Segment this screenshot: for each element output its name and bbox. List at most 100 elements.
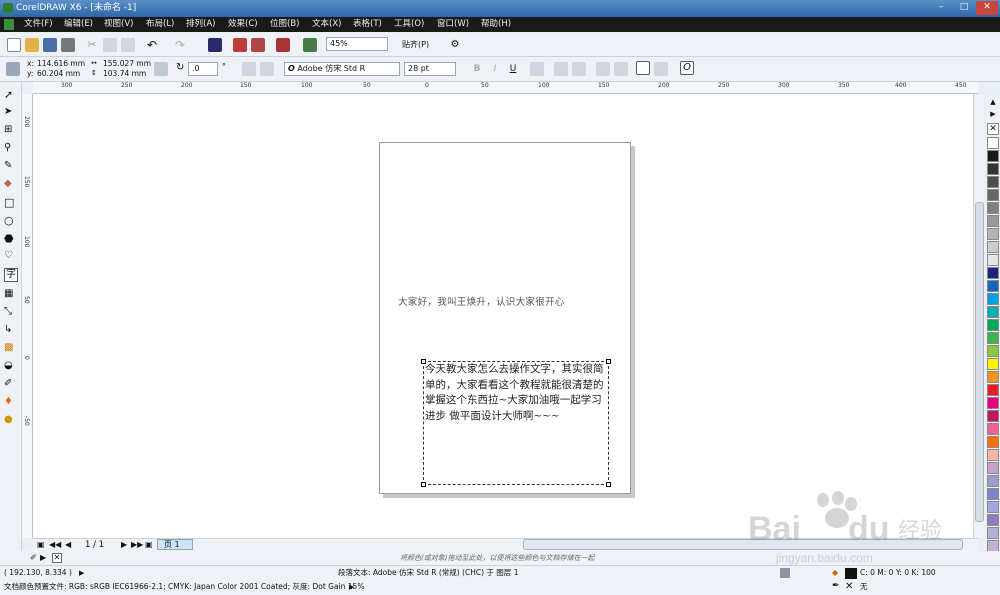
y-position-field[interactable]: 60.204 mm <box>37 69 80 78</box>
menu-layout[interactable]: 布局(L) <box>146 17 174 32</box>
vertical-scrollbar[interactable] <box>973 94 985 538</box>
color-swatch[interactable] <box>987 475 999 487</box>
bold-icon[interactable]: B <box>470 62 484 76</box>
color-swatch[interactable] <box>987 319 999 331</box>
color-swatch[interactable] <box>987 501 999 513</box>
palette-arrow-icon[interactable]: ▶ <box>40 553 46 562</box>
mirror-vertical-icon[interactable] <box>260 62 274 76</box>
italic-icon[interactable]: I <box>488 62 502 76</box>
profile-arrow-icon[interactable]: ▶ <box>349 580 354 594</box>
color-swatch[interactable] <box>987 254 999 266</box>
width-field[interactable]: 155.027 mm <box>103 59 151 68</box>
new-document-icon[interactable] <box>7 38 21 52</box>
height-field[interactable]: 103.74 mm <box>103 69 146 78</box>
dimension-tool-icon[interactable]: ⤡ <box>4 306 18 320</box>
color-swatch[interactable] <box>987 514 999 526</box>
frame-handle[interactable] <box>606 359 611 364</box>
color-swatch[interactable] <box>987 163 999 175</box>
redo-icon[interactable]: ↷ <box>173 38 187 52</box>
menu-tools[interactable]: 工具(O) <box>394 17 424 32</box>
vertical-text-icon[interactable] <box>654 62 668 76</box>
blend-tool-icon[interactable]: ▩ <box>4 342 18 356</box>
object-origin-icon[interactable] <box>6 62 20 76</box>
zoom-level-select[interactable]: 45% <box>326 37 388 51</box>
prev-page-icon[interactable]: ◀ <box>65 540 71 549</box>
palette-scroll-up-icon[interactable]: ▲ <box>987 98 999 108</box>
frame-handle[interactable] <box>421 482 426 487</box>
color-swatch[interactable] <box>987 306 999 318</box>
app-menu-icon[interactable] <box>4 19 14 30</box>
add-page-icon[interactable]: ▣ <box>37 540 45 549</box>
bullet-list-icon[interactable] <box>554 62 568 76</box>
menu-table[interactable]: 表格(T) <box>353 17 382 32</box>
maximize-button[interactable]: □ <box>953 1 975 15</box>
options-icon[interactable]: ⚙ <box>448 38 462 52</box>
none-swatch-icon[interactable]: ✕ <box>52 553 62 563</box>
eyedropper-icon[interactable]: ✐ <box>30 553 37 562</box>
lock-ratio-icon[interactable] <box>154 62 168 76</box>
edit-text-icon[interactable] <box>614 62 628 76</box>
outline-none-icon[interactable]: ✕ <box>845 581 853 593</box>
font-family-select[interactable]: O Adobe 仿宋 Std R <box>284 62 400 76</box>
vertical-ruler[interactable]: 200 150 100 50 0 -50 <box>22 94 33 538</box>
table-tool-icon[interactable]: ▦ <box>4 288 18 302</box>
last-page-icon[interactable]: ▶▶ <box>131 540 143 549</box>
color-swatch[interactable] <box>987 215 999 227</box>
menu-help[interactable]: 帮助(H) <box>481 17 511 32</box>
artistic-text-heading[interactable]: 大家好，我叫王焕升，认识大家很开心 <box>398 294 618 308</box>
color-swatch[interactable] <box>987 527 999 539</box>
search-content-icon[interactable] <box>208 38 222 52</box>
polygon-tool-icon[interactable]: ⬣ <box>4 232 18 246</box>
menu-edit[interactable]: 编辑(E) <box>64 17 93 32</box>
color-swatch[interactable] <box>987 228 999 240</box>
menu-file[interactable]: 文件(F) <box>24 17 53 32</box>
basic-shapes-icon[interactable]: ♡ <box>4 250 18 264</box>
page-tab[interactable]: 页 1 <box>157 539 193 550</box>
horizontal-ruler[interactable]: 300 250 200 150 100 50 0 50 100 150 200 … <box>33 82 978 94</box>
add-page-after-icon[interactable]: ▣ <box>145 540 153 549</box>
connector-tool-icon[interactable]: ↳ <box>4 324 18 338</box>
font-size-select[interactable]: 28 pt <box>404 62 456 76</box>
text-properties-icon[interactable] <box>596 62 610 76</box>
outline-pen-icon[interactable]: ♦ <box>4 396 18 410</box>
color-swatch[interactable] <box>987 488 999 500</box>
copy-icon[interactable] <box>103 38 117 52</box>
rectangle-tool-icon[interactable]: □ <box>4 196 18 210</box>
full-screen-preview-icon[interactable] <box>303 38 317 52</box>
mirror-horizontal-icon[interactable] <box>242 62 256 76</box>
color-swatch[interactable] <box>987 332 999 344</box>
color-swatch[interactable] <box>987 189 999 201</box>
palette-menu-icon[interactable]: ▶ <box>987 110 999 120</box>
color-swatch[interactable] <box>987 150 999 162</box>
transparency-tool-icon[interactable]: ◒ <box>4 360 18 374</box>
color-swatch[interactable] <box>987 241 999 253</box>
color-swatch[interactable] <box>987 384 999 396</box>
cut-icon[interactable]: ✂ <box>85 38 99 52</box>
menu-arrange[interactable]: 排列(A) <box>186 17 215 32</box>
color-swatch[interactable] <box>987 410 999 422</box>
menu-text[interactable]: 文本(X) <box>312 17 341 32</box>
publish-pdf-icon[interactable] <box>276 38 290 52</box>
drop-cap-icon[interactable] <box>572 62 586 76</box>
crop-tool-icon[interactable]: ⊞ <box>4 124 18 138</box>
text-tool-icon[interactable]: 字 <box>4 268 18 282</box>
save-icon[interactable] <box>43 38 57 52</box>
first-page-icon[interactable]: ◀◀ <box>49 540 61 549</box>
color-swatch[interactable] <box>987 293 999 305</box>
ellipse-tool-icon[interactable]: ○ <box>4 214 18 228</box>
shape-tool-icon[interactable]: ➤ <box>4 106 18 120</box>
horizontal-text-icon[interactable] <box>636 61 650 75</box>
eyedropper-tool-icon[interactable]: ✐ <box>4 378 18 392</box>
menu-effects[interactable]: 效果(C) <box>228 17 258 32</box>
close-button[interactable]: ✕ <box>976 1 998 15</box>
color-swatch[interactable] <box>987 449 999 461</box>
next-page-icon[interactable]: ▶ <box>121 540 127 549</box>
color-swatch[interactable] <box>987 176 999 188</box>
export-icon[interactable] <box>251 38 265 52</box>
print-icon[interactable] <box>61 38 75 52</box>
color-swatch[interactable] <box>987 280 999 292</box>
color-proof-icon[interactable] <box>780 568 790 578</box>
status-arrow-icon[interactable]: ▶ <box>79 566 84 580</box>
interactive-opentype-icon[interactable]: O <box>680 61 694 75</box>
fill-color-swatch[interactable] <box>845 568 857 579</box>
